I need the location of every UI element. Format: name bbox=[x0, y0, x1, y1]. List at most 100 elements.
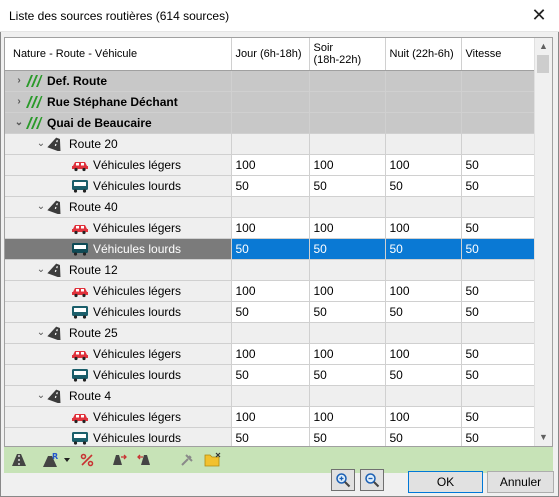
chevron-right-icon[interactable]: › bbox=[13, 75, 25, 86]
soir-cell[interactable]: 50 bbox=[309, 238, 386, 260]
nature-cell[interactable]: Véhicules lourds bbox=[5, 238, 232, 260]
nuit-cell[interactable] bbox=[385, 322, 462, 344]
soir-cell[interactable] bbox=[309, 112, 386, 134]
vitesse-cell[interactable] bbox=[461, 133, 538, 155]
merge-tool-button[interactable] bbox=[134, 450, 156, 470]
dropdown-button[interactable] bbox=[62, 450, 72, 470]
jour-cell[interactable]: 50 bbox=[231, 175, 310, 197]
nuit-cell[interactable]: 100 bbox=[385, 280, 462, 302]
vehicle-row[interactable]: Véhicules lourds 50 50 50 50 bbox=[5, 175, 538, 197]
zoom-in-button[interactable] bbox=[331, 469, 355, 491]
split-tool-button[interactable] bbox=[108, 450, 130, 470]
close-button[interactable]: ✕ bbox=[519, 0, 559, 31]
soir-cell[interactable]: 50 bbox=[309, 364, 386, 386]
vitesse-cell[interactable] bbox=[461, 385, 538, 407]
nature-cell[interactable]: Véhicules légers bbox=[5, 154, 232, 176]
vitesse-cell[interactable] bbox=[461, 70, 538, 92]
vitesse-cell[interactable] bbox=[461, 112, 538, 134]
soir-cell[interactable]: 100 bbox=[309, 280, 386, 302]
vitesse-cell[interactable]: 50 bbox=[461, 364, 538, 386]
soir-cell[interactable] bbox=[309, 322, 386, 344]
soir-cell[interactable]: 50 bbox=[309, 175, 386, 197]
nuit-cell[interactable] bbox=[385, 112, 462, 134]
nature-cell[interactable]: ⌄ Route 4 bbox=[5, 385, 232, 407]
vehicle-row[interactable]: Véhicules lourds 50 50 50 50 bbox=[5, 427, 538, 446]
route-row[interactable]: ⌄ Route 20 bbox=[5, 133, 538, 155]
jour-cell[interactable]: 50 bbox=[231, 238, 310, 260]
nature-cell[interactable]: ⌄ Route 12 bbox=[5, 259, 232, 281]
nuit-cell[interactable]: 100 bbox=[385, 217, 462, 239]
nature-cell[interactable]: ⌄ Route 40 bbox=[5, 196, 232, 218]
vehicle-row[interactable]: Véhicules légers 100 100 100 50 bbox=[5, 406, 538, 428]
col-header-vitesse[interactable]: Vitesse bbox=[461, 38, 538, 71]
vitesse-cell[interactable]: 50 bbox=[461, 175, 538, 197]
nature-cell[interactable]: ⌄ Route 20 bbox=[5, 133, 232, 155]
jour-cell[interactable]: 100 bbox=[231, 154, 310, 176]
chevron-down-icon[interactable]: ⌄ bbox=[35, 264, 47, 275]
vitesse-cell[interactable]: 50 bbox=[461, 154, 538, 176]
chevron-down-icon[interactable]: ⌄ bbox=[35, 327, 47, 338]
jour-cell[interactable] bbox=[231, 385, 310, 407]
nuit-cell[interactable] bbox=[385, 259, 462, 281]
jour-cell[interactable] bbox=[231, 133, 310, 155]
nuit-cell[interactable]: 50 bbox=[385, 301, 462, 323]
nuit-cell[interactable] bbox=[385, 70, 462, 92]
soir-cell[interactable]: 100 bbox=[309, 406, 386, 428]
jour-cell[interactable] bbox=[231, 112, 310, 134]
nuit-cell[interactable]: 50 bbox=[385, 175, 462, 197]
vitesse-cell[interactable]: 50 bbox=[461, 280, 538, 302]
road-tool-button[interactable] bbox=[8, 450, 30, 470]
jour-cell[interactable]: 50 bbox=[231, 427, 310, 446]
scroll-up-icon[interactable]: ▲ bbox=[535, 38, 552, 55]
road-add-tool-button[interactable]: R bbox=[40, 450, 62, 470]
vehicle-row[interactable]: Véhicules lourds 50 50 50 50 bbox=[5, 301, 538, 323]
nuit-cell[interactable]: 50 bbox=[385, 238, 462, 260]
col-header-jour[interactable]: Jour (6h-18h) bbox=[231, 38, 310, 71]
soir-cell[interactable] bbox=[309, 70, 386, 92]
nature-cell[interactable]: Véhicules légers bbox=[5, 280, 232, 302]
vitesse-cell[interactable]: 50 bbox=[461, 427, 538, 446]
ok-button[interactable]: OK bbox=[408, 471, 483, 493]
group-row[interactable]: › Def. Route bbox=[5, 70, 538, 92]
jour-cell[interactable] bbox=[231, 70, 310, 92]
pin-tool-button[interactable] bbox=[176, 450, 198, 470]
nuit-cell[interactable]: 50 bbox=[385, 364, 462, 386]
scroll-down-icon[interactable]: ▼ bbox=[535, 429, 552, 446]
route-row[interactable]: ⌄ Route 12 bbox=[5, 259, 538, 281]
jour-cell[interactable]: 100 bbox=[231, 406, 310, 428]
vehicle-row[interactable]: Véhicules légers 100 100 100 50 bbox=[5, 154, 538, 176]
jour-cell[interactable] bbox=[231, 322, 310, 344]
chevron-down-icon[interactable]: ⌄ bbox=[35, 201, 47, 212]
nature-cell[interactable]: › Def. Route bbox=[5, 70, 232, 92]
vehicle-row[interactable]: Véhicules lourds 50 50 50 50 bbox=[5, 364, 538, 386]
nature-cell[interactable]: Véhicules lourds bbox=[5, 175, 232, 197]
vitesse-cell[interactable]: 50 bbox=[461, 301, 538, 323]
vehicle-row[interactable]: Véhicules lourds 50 50 50 50 bbox=[5, 238, 538, 260]
vehicle-row[interactable]: Véhicules légers 100 100 100 50 bbox=[5, 217, 538, 239]
vehicle-row[interactable]: Véhicules légers 100 100 100 50 bbox=[5, 280, 538, 302]
soir-cell[interactable] bbox=[309, 133, 386, 155]
nuit-cell[interactable]: 50 bbox=[385, 427, 462, 446]
group-row[interactable]: ⌄ Quai de Beaucaire bbox=[5, 112, 538, 134]
jour-cell[interactable] bbox=[231, 91, 310, 113]
nature-cell[interactable]: › Rue Stéphane Déchant bbox=[5, 91, 232, 113]
vitesse-cell[interactable] bbox=[461, 196, 538, 218]
nature-cell[interactable]: Véhicules lourds bbox=[5, 364, 232, 386]
route-row[interactable]: ⌄ Route 25 bbox=[5, 322, 538, 344]
zoom-out-button[interactable] bbox=[360, 469, 384, 491]
nuit-cell[interactable]: 100 bbox=[385, 154, 462, 176]
chevron-down-icon[interactable]: ⌄ bbox=[13, 117, 25, 128]
jour-cell[interactable]: 50 bbox=[231, 301, 310, 323]
soir-cell[interactable] bbox=[309, 91, 386, 113]
nature-cell[interactable]: ⌄ Route 25 bbox=[5, 322, 232, 344]
scroll-thumb[interactable] bbox=[537, 55, 549, 73]
soir-cell[interactable]: 100 bbox=[309, 217, 386, 239]
vitesse-cell[interactable]: 50 bbox=[461, 406, 538, 428]
soir-cell[interactable] bbox=[309, 196, 386, 218]
soir-cell[interactable]: 50 bbox=[309, 427, 386, 446]
chevron-down-icon[interactable]: ⌄ bbox=[35, 138, 47, 149]
percent-tool-button[interactable] bbox=[76, 450, 98, 470]
cancel-button[interactable]: Annuler bbox=[487, 471, 554, 493]
nature-cell[interactable]: Véhicules lourds bbox=[5, 301, 232, 323]
vertical-scrollbar[interactable]: ▲ ▼ bbox=[534, 38, 552, 446]
